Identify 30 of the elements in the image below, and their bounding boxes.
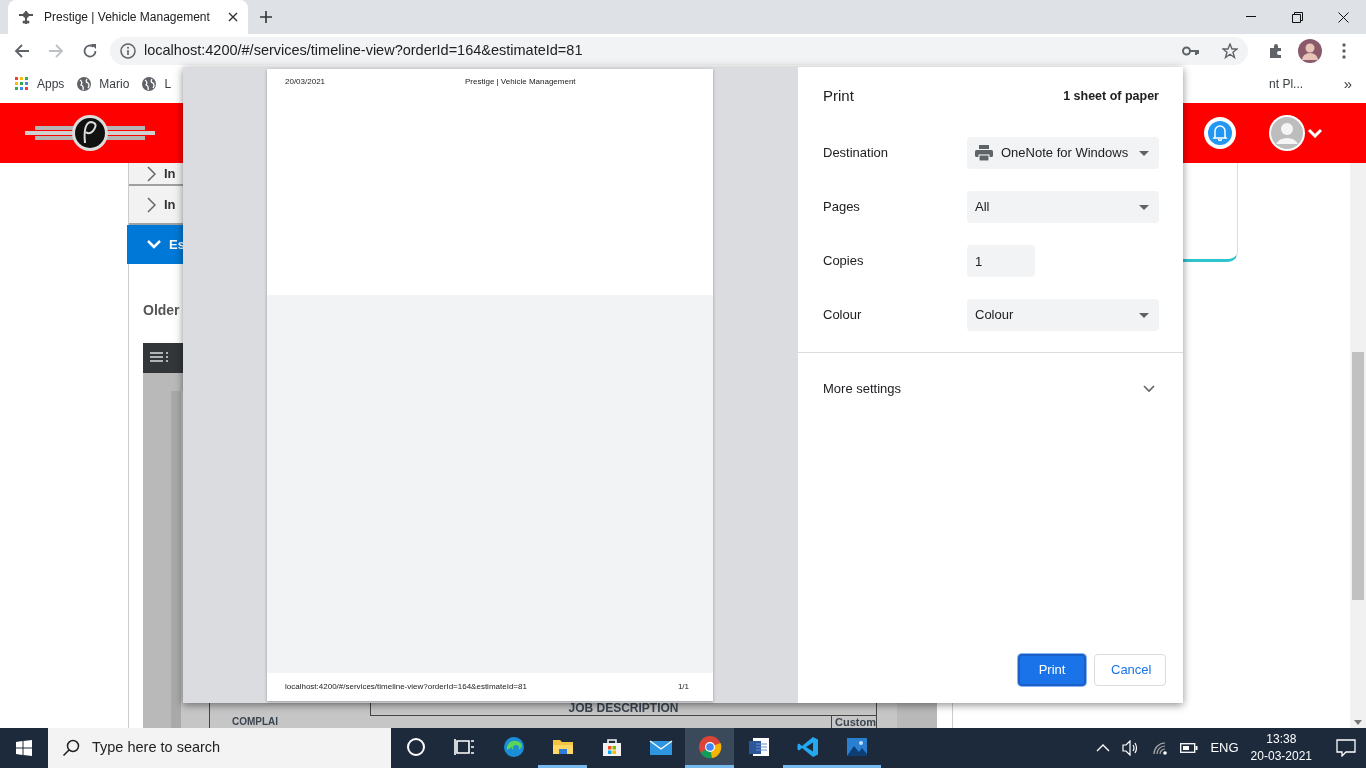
more-settings-link[interactable]: More settings — [823, 379, 902, 399]
sheet-count: 1 sheet of paper — [1063, 88, 1159, 106]
destination-select[interactable]: OneNote for Windows — [967, 137, 1159, 169]
bookmarks-overflow-button[interactable]: » — [1339, 70, 1356, 98]
bookmark-link[interactable]: Apps — [10, 73, 69, 95]
dialog-title: Print — [823, 86, 854, 107]
setting-select[interactable]: Colour — [967, 299, 1159, 331]
page-number: 1/1 — [677, 681, 689, 693]
setting-label: Colour — [823, 306, 863, 325]
bookmark-link[interactable]: Mario — [72, 73, 134, 95]
page-date: 20/03/2021 — [285, 76, 327, 88]
setting-label: Copies — [823, 252, 865, 271]
search-field[interactable]: Type here to search — [48, 728, 391, 768]
setting-select[interactable]: All — [967, 191, 1159, 223]
setting-label: Pages — [823, 198, 861, 217]
bookmark-link[interactable]: nt Pl... — [1265, 73, 1308, 95]
setting-label: Destination — [823, 144, 890, 163]
bookmark-link[interactable]: L — [137, 73, 176, 95]
table-cell-text: COMPLAI — [231, 716, 280, 728]
page-title: Prestige | Vehicle Management — [465, 76, 576, 88]
url-text: localhost:4200/#/services/timeline-view?orderId=164&estimateId=81 — [144, 41, 584, 61]
language-indicator[interactable]: ENG — [1210, 738, 1239, 758]
cancel-button[interactable]: Cancel — [1094, 654, 1166, 686]
address-bar[interactable]: localhost:4200/#/services/timeline-view?orderId=164&estimateId=81 — [110, 37, 1248, 65]
page-url: localhost:4200/#/services/timeline-view?orderId=164&estimateId=81 — [285, 681, 527, 693]
print-button[interactable]: Print — [1018, 654, 1086, 686]
browser-tab[interactable]: Prestige | Vehicle Management — [8, 0, 248, 34]
copies-field[interactable]: 1 — [967, 245, 1035, 277]
clock[interactable]: 13:38 20-03-2021 — [1250, 731, 1312, 765]
section-title: Older — [143, 301, 180, 320]
